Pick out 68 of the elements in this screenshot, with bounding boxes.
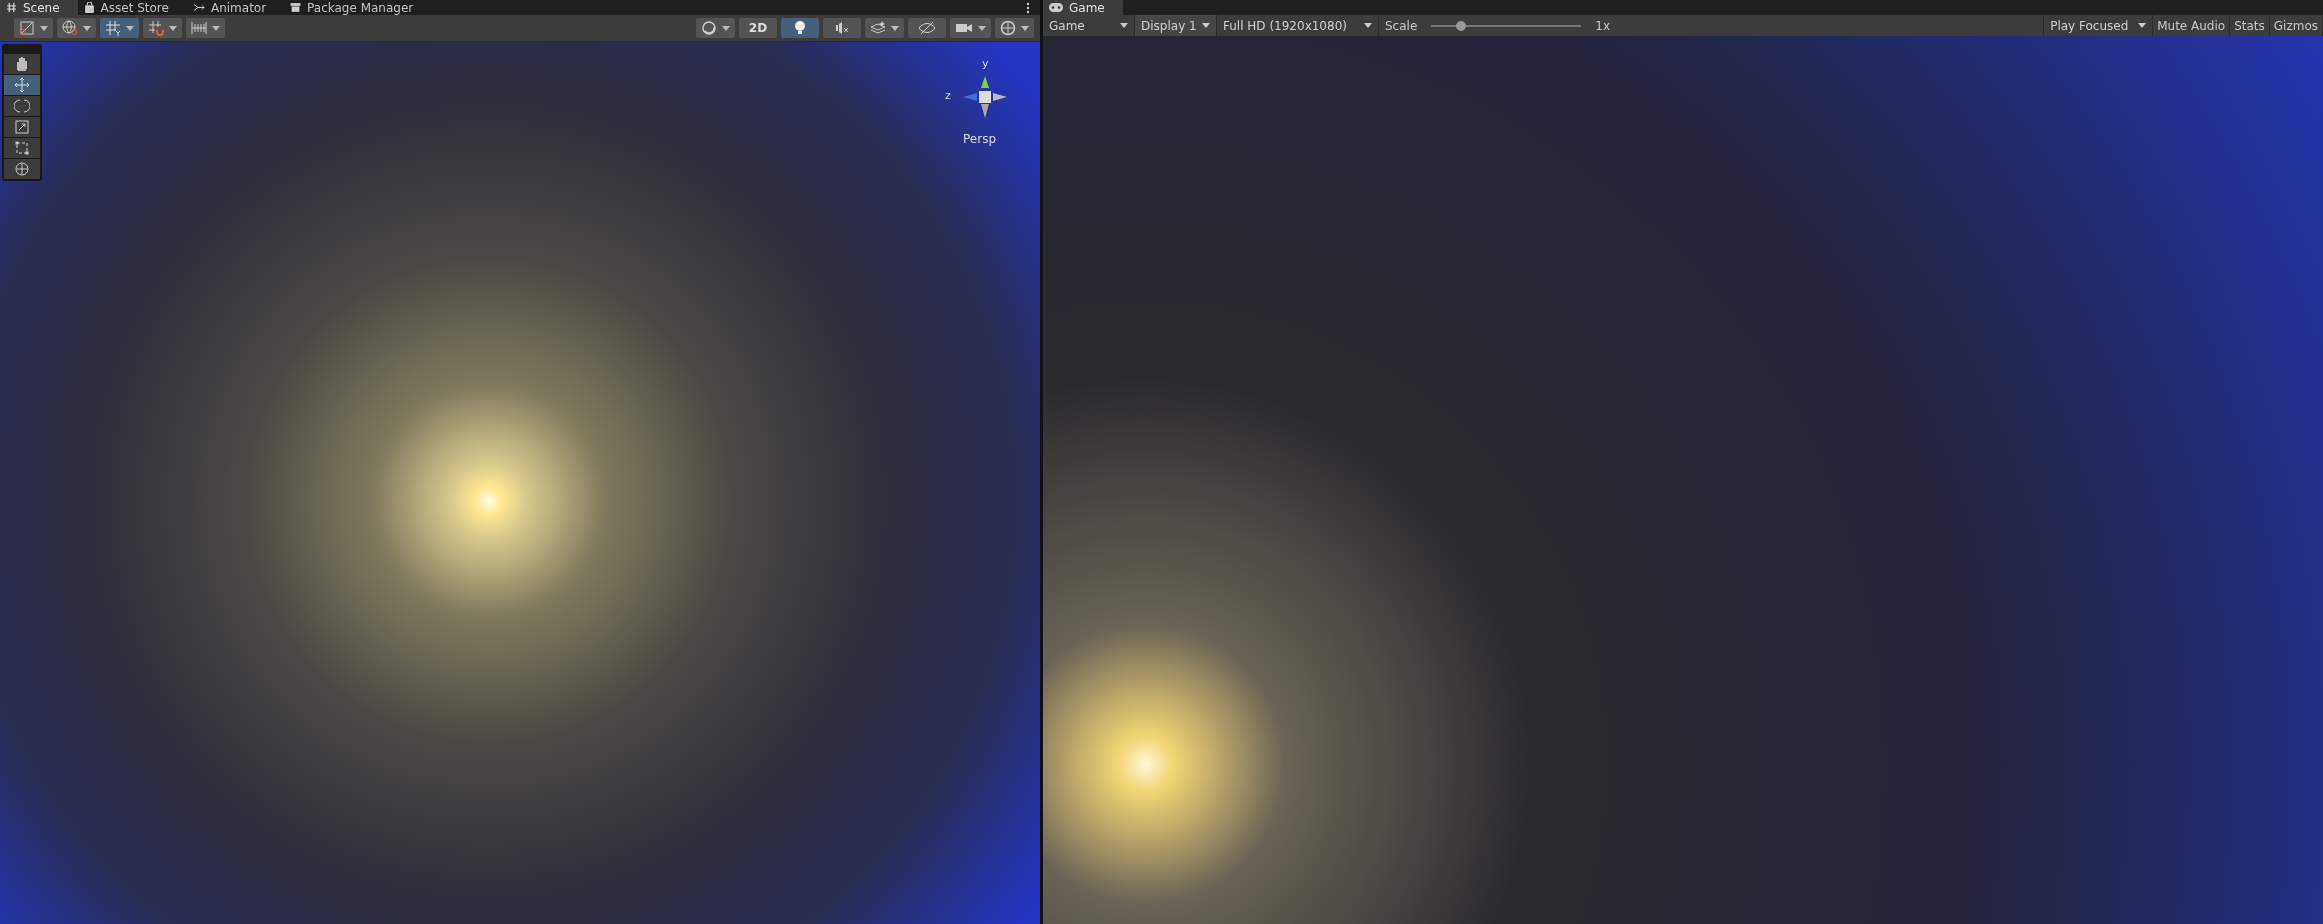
projection-toggle[interactable]: Persp: [963, 132, 996, 146]
toolbar-button[interactable]: [823, 18, 861, 38]
editor-tab[interactable]: Animator: [186, 0, 285, 15]
dropdown-caret-icon: [1120, 23, 1128, 28]
dropdown-caret-icon: [212, 25, 220, 31]
toolbar-button[interactable]: [100, 18, 139, 38]
transform-icon: [14, 161, 30, 177]
gizmo-sphere-icon: [1000, 20, 1016, 36]
ruler-icon: [191, 20, 207, 36]
video-camera-icon: [955, 21, 973, 35]
editor-tab[interactable]: Package Manager: [284, 0, 432, 15]
gamepad-icon: [1049, 3, 1063, 12]
dropdown-caret-icon: [1021, 25, 1029, 31]
layers-sparkle-icon: [870, 20, 886, 36]
dropdown-caret-icon: [40, 25, 48, 31]
dropdown-caret-icon: [126, 25, 134, 31]
tool-button[interactable]: [4, 75, 40, 95]
grid-icon: [105, 20, 121, 36]
tool-button[interactable]: [4, 159, 40, 179]
tool-button[interactable]: [4, 117, 40, 137]
rect-transform-icon: [14, 140, 30, 156]
toolbar-button[interactable]: [781, 18, 819, 38]
draw-tool-icon: [19, 20, 35, 36]
editor-tab[interactable]: Game: [1043, 0, 1123, 15]
dropdown-caret-icon: [2138, 23, 2147, 28]
display-dropdown[interactable]: Display 1: [1135, 15, 1217, 36]
axis-label: z: [945, 89, 951, 102]
rotate-icon: [14, 98, 30, 114]
light-bulb-icon: [793, 20, 807, 36]
dropdown-caret-icon: [978, 25, 986, 31]
mute-speaker-icon: [834, 21, 850, 35]
toolbar-button[interactable]: [908, 18, 946, 38]
more-options-icon[interactable]: [1026, 2, 1030, 14]
globe-icon: [62, 20, 78, 36]
axis-label: y: [982, 57, 989, 70]
toolbar-button[interactable]: [143, 18, 182, 38]
scale-label: Scale: [1384, 18, 1419, 33]
move-arrows-icon: [14, 77, 30, 93]
branch-arrow-icon: [192, 2, 205, 13]
editor-tab[interactable]: Scene: [0, 0, 78, 15]
dropdown-caret-icon: [83, 25, 91, 31]
scale-icon: [14, 119, 30, 135]
dropdown-caret-icon: [891, 25, 899, 31]
toolbar-button[interactable]: [696, 18, 735, 38]
toolbar-button[interactable]: [57, 18, 96, 38]
toolbar-button[interactable]: [865, 18, 904, 38]
scale-reading: 1x: [1594, 18, 1612, 33]
dropdown-caret-icon: [169, 25, 177, 31]
dropdown-caret-icon: [722, 25, 730, 31]
hand-icon: [14, 56, 30, 72]
sphere-icon: [701, 20, 717, 36]
eye-slash-icon: [918, 21, 936, 35]
dropdown-caret-icon: [1364, 23, 1372, 28]
slider-thumb[interactable]: [1456, 20, 1467, 31]
tool-button[interactable]: [4, 138, 40, 158]
toolbar-button[interactable]: [186, 18, 225, 38]
tool-button[interactable]: [4, 96, 40, 116]
toolbar-button[interactable]: [14, 18, 53, 38]
tool-button[interactable]: [4, 54, 40, 74]
box-icon: [290, 2, 302, 13]
toolbar-button[interactable]: 2D: [739, 18, 777, 38]
grid-magnet-icon: [148, 20, 164, 36]
shopping-bag-icon: [83, 2, 95, 13]
dropdown-caret-icon: [1202, 23, 1210, 28]
toolbar-button[interactable]: [950, 18, 991, 38]
editor-tab[interactable]: Asset Store: [77, 0, 187, 15]
toolbar-button[interactable]: [995, 18, 1034, 38]
hash-icon: [6, 2, 17, 13]
